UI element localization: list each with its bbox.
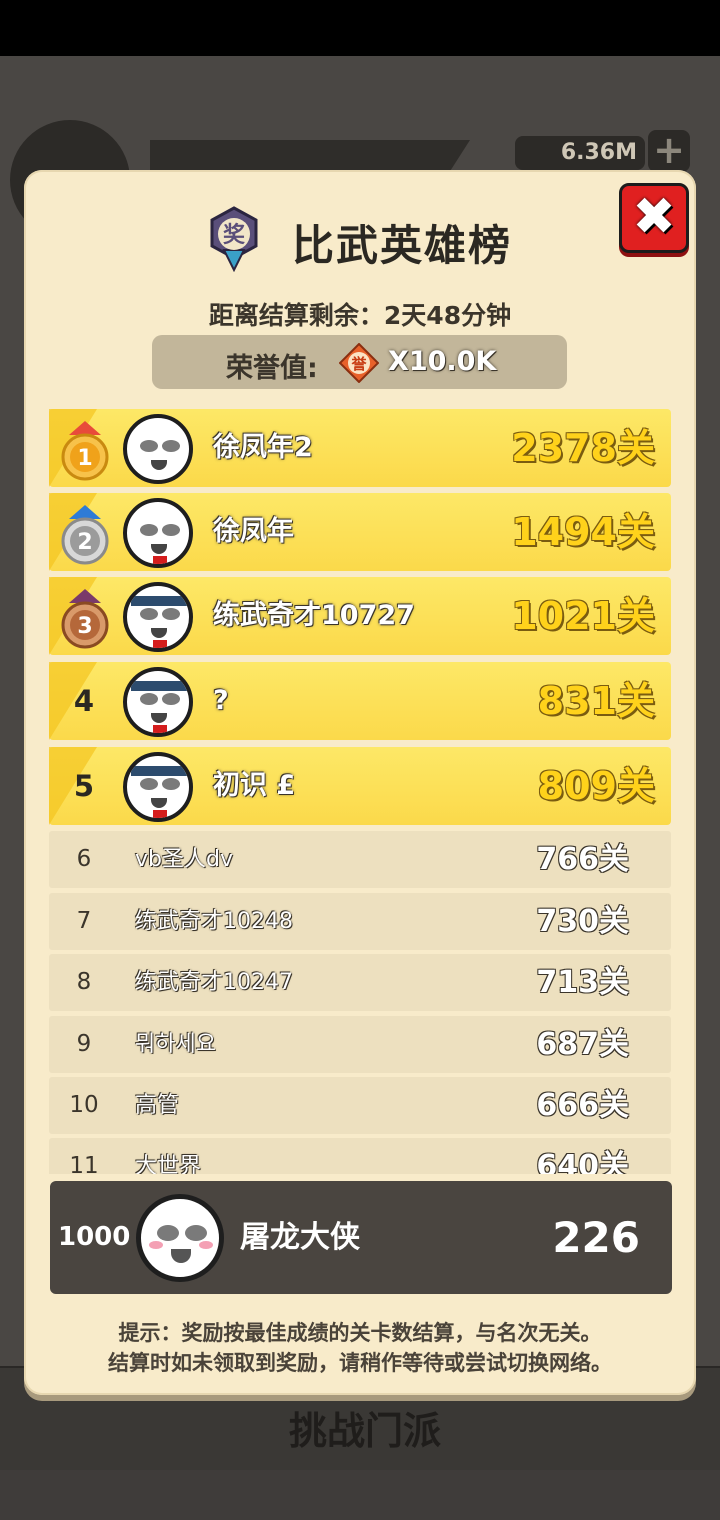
my-avatar <box>136 1194 224 1282</box>
tip-line: 提示：奖励按最佳成绩的关卡数结算，与名次无关。 <box>118 1321 602 1345</box>
system-nav-bar <box>0 1470 720 1520</box>
player-name: 뭐하세요 <box>135 1032 216 1057</box>
list-item[interactable]: 6 vb圣人dv 766关 <box>49 831 671 888</box>
rank-number: 7 <box>76 908 92 934</box>
player-name: ? <box>213 685 229 716</box>
player-score: 2378关 <box>511 426 655 470</box>
player-score: 809关 <box>537 764 655 808</box>
rank-number: 11 <box>69 1153 99 1174</box>
my-player-score: 226 <box>552 1213 640 1262</box>
player-name: 练武奇才10247 <box>135 970 293 995</box>
player-name: 大世界 <box>135 1154 202 1174</box>
list-item[interactable]: 10 高管 666关 <box>49 1077 671 1134</box>
player-score: 730关 <box>536 904 629 939</box>
avatar <box>123 752 193 822</box>
avatar <box>123 498 193 568</box>
player-score: 1494关 <box>511 510 655 554</box>
rank-row-top[interactable]: 4 ? 831关 <box>49 662 671 740</box>
player-name: vb圣人dv <box>135 847 233 872</box>
player-score: 640关 <box>536 1149 629 1174</box>
my-player-name: 屠龙大侠 <box>240 1220 360 1255</box>
player-name: 练武奇才10248 <box>135 909 293 934</box>
rank-number: 8 <box>76 969 92 995</box>
honor-icon-char: 誉 <box>350 355 367 373</box>
silver-medal-icon: 2 <box>61 505 109 565</box>
status-bar <box>0 0 720 56</box>
svg-text:1: 1 <box>77 446 92 471</box>
close-button[interactable]: ✖ <box>619 183 689 253</box>
settlement-countdown: 距离结算剩余：2天48分钟 <box>208 301 512 330</box>
tip-line: 结算时如未领取到奖励，请稍作等待或尝试切换网络。 <box>108 1351 612 1375</box>
rank-number: 9 <box>76 1031 92 1057</box>
rank-number: 10 <box>69 1092 99 1118</box>
player-name: 练武奇才10727 <box>213 600 415 631</box>
player-name: 初识 £ <box>213 770 296 801</box>
rank-row-top[interactable]: 3 练武奇才10727 1021关 <box>49 577 671 655</box>
player-score: 687关 <box>536 1027 629 1062</box>
honor-value: X10.0K <box>388 346 497 377</box>
rank-row-top[interactable]: 1 徐凤年2 2378关 <box>49 409 671 487</box>
player-name: 高管 <box>135 1093 180 1118</box>
avatar <box>123 582 193 652</box>
dialog-title: 比武英雄榜 <box>292 221 513 270</box>
player-score: 713关 <box>536 965 629 1000</box>
player-name: 徐凤年2 <box>213 432 313 463</box>
gold-medal-icon: 1 <box>61 421 109 481</box>
list-item[interactable]: 11 大世界 640关 <box>49 1138 671 1174</box>
list-item[interactable]: 9 뭐하세요 687关 <box>49 1016 671 1073</box>
rank-number: 5 <box>73 769 95 803</box>
svg-text:2: 2 <box>77 530 92 555</box>
rank-row-top[interactable]: 2 徐凤年 1494关 <box>49 493 671 571</box>
my-rank-number: 1000 <box>58 1222 131 1252</box>
award-badge-icon: 奖 <box>210 206 258 272</box>
honor-icon: 誉 <box>339 343 379 383</box>
rank-number: 6 <box>76 846 92 872</box>
award-badge-char: 奖 <box>223 222 246 248</box>
rank-number: 4 <box>73 684 95 718</box>
player-score: 1021关 <box>511 594 655 638</box>
rank-row-top[interactable]: 5 初识 £ 809关 <box>49 747 671 825</box>
list-item[interactable]: 8 练武奇才10247 713关 <box>49 954 671 1011</box>
close-icon: ✖ <box>632 187 676 247</box>
bronze-medal-icon: 3 <box>61 589 109 649</box>
honor-label: 荣誉值: <box>226 353 318 384</box>
list-item[interactable]: 7 练武奇才10248 730关 <box>49 893 671 950</box>
background-bottom-title: 挑战门派 <box>288 1409 441 1453</box>
player-score: 766关 <box>536 842 629 877</box>
svg-text:3: 3 <box>77 614 92 639</box>
avatar <box>123 667 193 737</box>
background-plus-icon: + <box>648 130 690 172</box>
player-score: 831关 <box>537 679 655 723</box>
background-coin-counter: 6.36M <box>515 136 645 170</box>
avatar <box>123 414 193 484</box>
player-name: 徐凤年 <box>213 516 294 547</box>
ranking-list[interactable]: 6 vb圣人dv 766关 7 练武奇才10248 730关 8 练武奇才102… <box>49 831 671 1174</box>
player-score: 666关 <box>536 1088 629 1123</box>
